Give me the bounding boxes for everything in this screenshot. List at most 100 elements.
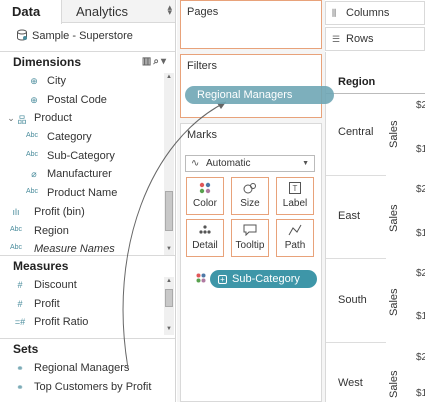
abc-icon: Abc: [25, 132, 39, 139]
list-item[interactable]: ⌄ 品 Product: [0, 110, 164, 128]
list-item[interactable]: # Profit: [0, 296, 164, 314]
dimensions-header: Dimensions ▥⌕▾: [0, 51, 175, 71]
size-button[interactable]: Size: [231, 177, 269, 215]
tab-analytics[interactable]: Analytics: [62, 0, 166, 23]
abc-icon: Abc: [25, 188, 39, 195]
region-central[interactable]: Central: [338, 126, 373, 138]
measures-scrollbar[interactable]: ▲ ▼: [164, 277, 174, 335]
axis-tick: $1: [416, 228, 425, 239]
region-east[interactable]: East: [338, 210, 360, 222]
list-item[interactable]: # Discount: [0, 277, 164, 295]
axis-tick: $2: [416, 184, 425, 195]
abc-icon: Abc: [9, 226, 23, 233]
field-label: Profit Ratio: [34, 316, 89, 328]
list-item[interactable]: Abc Measure Names: [0, 241, 164, 255]
tooltip-label: Tooltip: [235, 240, 265, 251]
data-pane-tabs: Data Analytics ▴ ▾: [0, 0, 175, 24]
dimensions-tools: ▥⌕▾: [142, 56, 168, 67]
tooltip-icon: [232, 220, 268, 238]
globe-icon: ⊕: [30, 95, 38, 105]
scroll-up-icon[interactable]: ▲: [165, 278, 173, 286]
hash-icon: #: [17, 280, 23, 290]
abc-icon: Abc: [25, 151, 39, 158]
region-south[interactable]: South: [338, 294, 367, 306]
field-label: Regional Managers: [34, 362, 130, 374]
list-item[interactable]: =# Profit Ratio: [0, 314, 164, 332]
mark-type-select[interactable]: ∿ Automatic ▼: [185, 155, 315, 172]
path-button[interactable]: Path: [276, 219, 314, 257]
list-item[interactable]: Abc Region: [0, 223, 164, 241]
cards-column: Pages Filters Marks ∿ Automatic ▼ Color …: [177, 0, 325, 402]
list-item[interactable]: Abc Sub-Category: [0, 148, 164, 166]
field-label: City: [47, 75, 66, 87]
axis-tick: $2: [416, 268, 425, 279]
hash-icon: =#: [14, 317, 26, 327]
dimensions-scrollbar[interactable]: ▲ ▼: [164, 73, 174, 255]
scroll-thumb[interactable]: [165, 289, 173, 307]
tab-data[interactable]: Data: [0, 0, 62, 24]
detail-button[interactable]: Detail: [186, 219, 224, 257]
dropdown-arrow-icon[interactable]: ▾: [161, 56, 168, 67]
pages-card[interactable]: Pages: [180, 0, 322, 49]
list-item[interactable]: ⚭ Top Customers by Profit: [0, 379, 164, 397]
path-icon: [277, 220, 313, 238]
sales-axis-label: Sales: [388, 370, 400, 398]
paperclip-icon: ⌀: [31, 169, 37, 179]
set-icon: ⚭: [16, 382, 24, 392]
list-item[interactable]: ⊕ City: [0, 73, 164, 91]
sets-header: Sets: [0, 338, 175, 360]
pages-title: Pages: [187, 6, 219, 18]
expand-plus-icon[interactable]: +: [218, 275, 227, 284]
list-item[interactable]: Abc Product Name: [0, 185, 164, 203]
measures-title: Measures: [13, 259, 69, 273]
label-button[interactable]: T Label: [276, 177, 314, 215]
scroll-thumb[interactable]: [165, 191, 173, 231]
scroll-up-icon[interactable]: ▲: [165, 74, 173, 82]
sales-axis-label: Sales: [388, 288, 400, 316]
view-area[interactable]: Region Central Sales $2 $1 East Sales $2…: [325, 52, 425, 402]
color-button[interactable]: Color: [186, 177, 224, 215]
region-west[interactable]: West: [338, 377, 363, 389]
automatic-mark-icon: ∿: [191, 158, 200, 169]
columns-shelf[interactable]: ⫼ Columns: [325, 1, 425, 25]
filters-title: Filters: [187, 60, 217, 72]
datasource-item[interactable]: Sample - Superstore: [0, 25, 175, 49]
list-item[interactable]: Abc Category: [0, 129, 164, 147]
bin-icon: ılı: [12, 207, 20, 217]
subcategory-pill[interactable]: + Sub-Category: [210, 270, 317, 288]
sets-list: ⚭ Regional Managers ⚭ Top Customers by Pro…: [0, 360, 164, 402]
field-label: Profit (bin): [34, 206, 85, 218]
sales-axis-label: Sales: [388, 120, 400, 148]
list-item[interactable]: ⊕ Postal Code: [0, 92, 164, 110]
search-icon[interactable]: ⌕: [153, 56, 161, 67]
list-item[interactable]: ⚭ Regional Managers: [0, 360, 164, 378]
measures-header: Measures: [0, 255, 175, 277]
rows-shelf[interactable]: ☰ Rows: [325, 27, 425, 51]
header-divider: [326, 93, 425, 94]
color-encoding-icon: [196, 273, 206, 283]
datasource-name: Sample - Superstore: [32, 30, 133, 42]
set-icon: ⚭: [16, 363, 24, 373]
region-header[interactable]: Region: [338, 76, 375, 88]
columns-label: Columns: [346, 7, 390, 19]
sets-title: Sets: [13, 342, 39, 356]
regional-managers-filter-pill[interactable]: Regional Managers: [185, 86, 334, 104]
size-label: Size: [240, 198, 260, 209]
field-label: Category: [47, 131, 92, 143]
path-label: Path: [284, 240, 306, 251]
grid-view-icon[interactable]: ▥: [142, 56, 153, 67]
tab-menu-chevron-icon[interactable]: ▴ ▾: [167, 3, 172, 17]
filter-pill-label: Regional Managers: [197, 89, 293, 101]
color-icon: [187, 178, 223, 196]
list-item[interactable]: ılı Profit (bin): [0, 204, 164, 222]
tooltip-button[interactable]: Tooltip: [231, 219, 269, 257]
dimensions-list: ⊕ City ⊕ Postal Code ⌄ 品 Product Abc Category…: [0, 73, 164, 255]
hash-icon: #: [17, 299, 23, 309]
list-item[interactable]: ⌀ Manufacturer: [0, 166, 164, 184]
detail-icon: [187, 220, 223, 238]
axis-tick: $1: [416, 311, 425, 322]
scroll-down-icon[interactable]: ▼: [165, 326, 173, 334]
axis-tick: $2: [416, 352, 425, 363]
scroll-down-icon[interactable]: ▼: [165, 246, 173, 254]
axis-tick: $1: [416, 144, 425, 155]
